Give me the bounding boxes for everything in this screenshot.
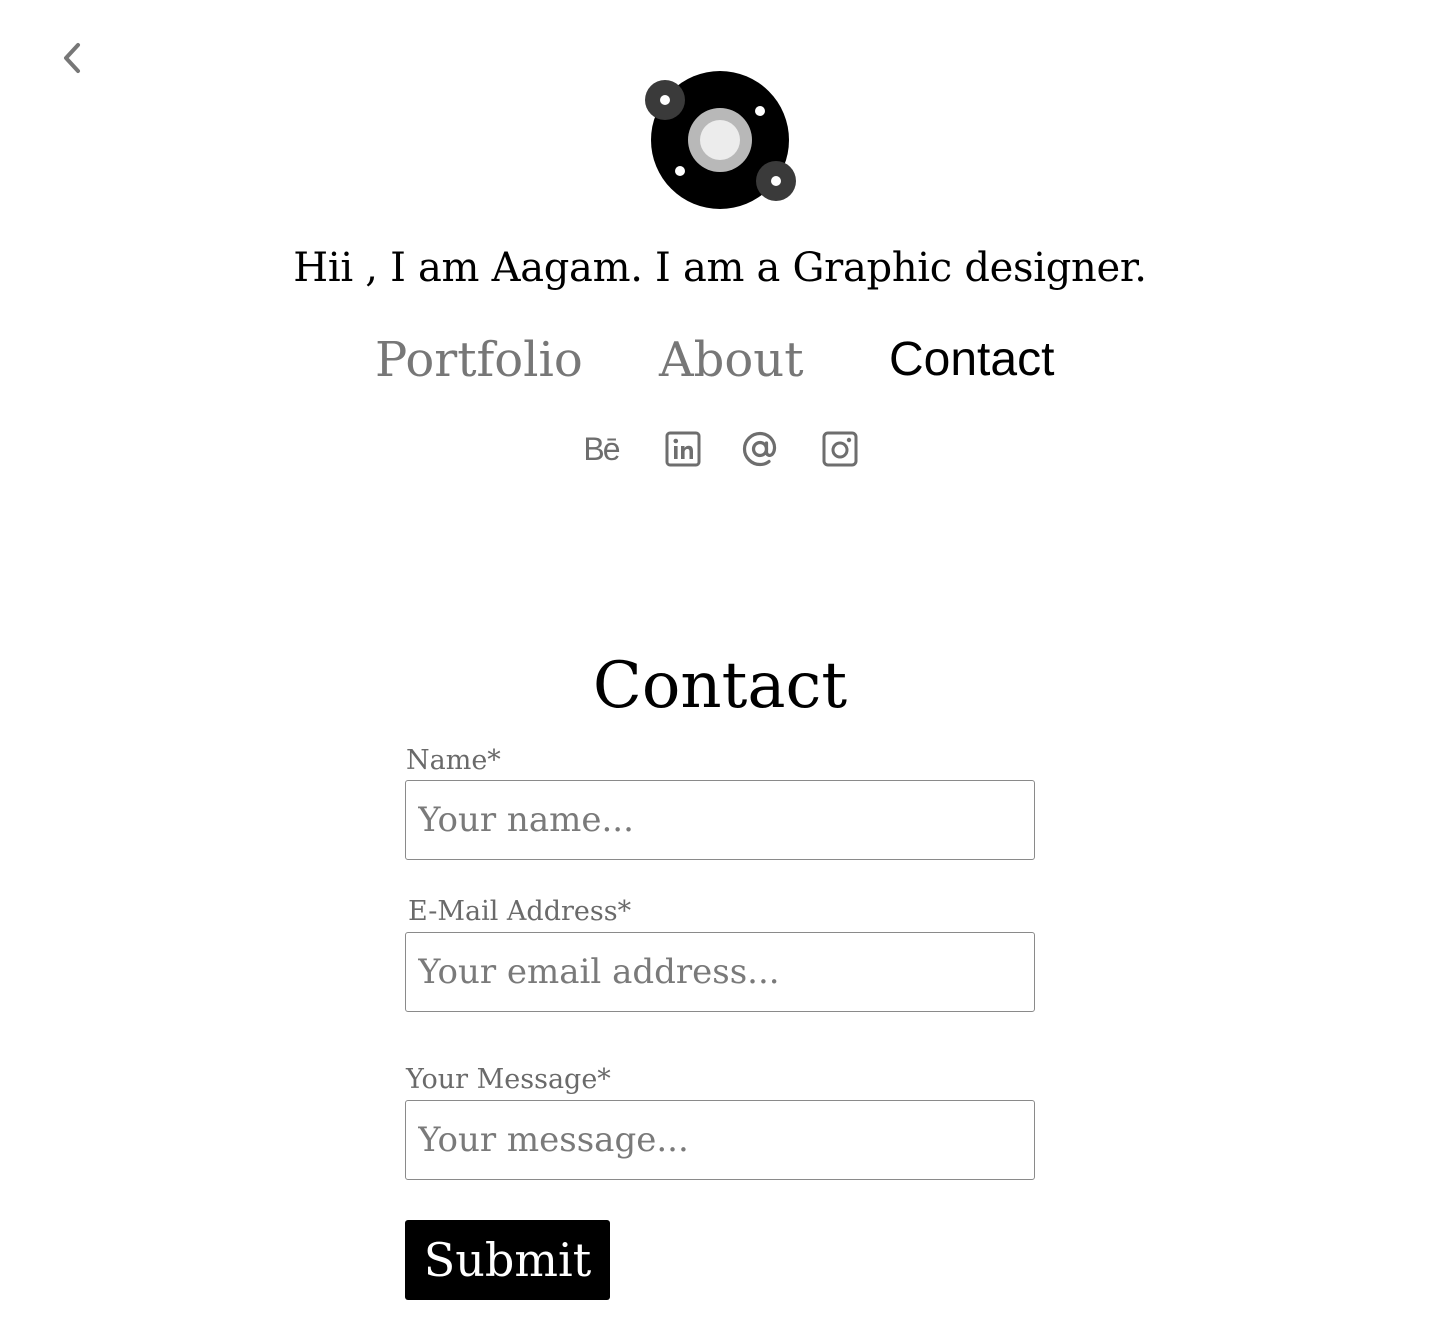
planet-logo-icon	[645, 71, 796, 209]
instagram-link[interactable]	[819, 428, 861, 470]
behance-icon: Bē	[583, 431, 620, 467]
chevron-left-icon	[64, 43, 80, 73]
instagram-icon	[822, 431, 858, 467]
linkedin-icon	[665, 431, 701, 467]
nav-contact[interactable]: Contact	[889, 328, 1054, 392]
name-label: Name*	[406, 745, 501, 776]
submit-button[interactable]: Submit	[405, 1220, 610, 1300]
email-field[interactable]	[405, 932, 1035, 1012]
linkedin-link[interactable]	[662, 428, 704, 470]
message-field[interactable]	[405, 1100, 1035, 1180]
email-label: E-Mail Address*	[408, 896, 632, 927]
email-link[interactable]	[739, 428, 781, 470]
name-field[interactable]	[405, 780, 1035, 860]
nav-about[interactable]: About	[659, 328, 804, 392]
email-at-icon	[742, 431, 777, 467]
tagline: Hii , I am Aagam. I am a Graphic designe…	[293, 245, 1147, 291]
message-label: Your Message*	[406, 1064, 611, 1095]
nav-portfolio[interactable]: Portfolio	[375, 328, 583, 392]
back-button[interactable]	[52, 36, 92, 80]
logo[interactable]	[640, 66, 800, 214]
contact-section-title: Contact	[592, 649, 848, 723]
behance-link[interactable]: Bē	[580, 428, 622, 470]
